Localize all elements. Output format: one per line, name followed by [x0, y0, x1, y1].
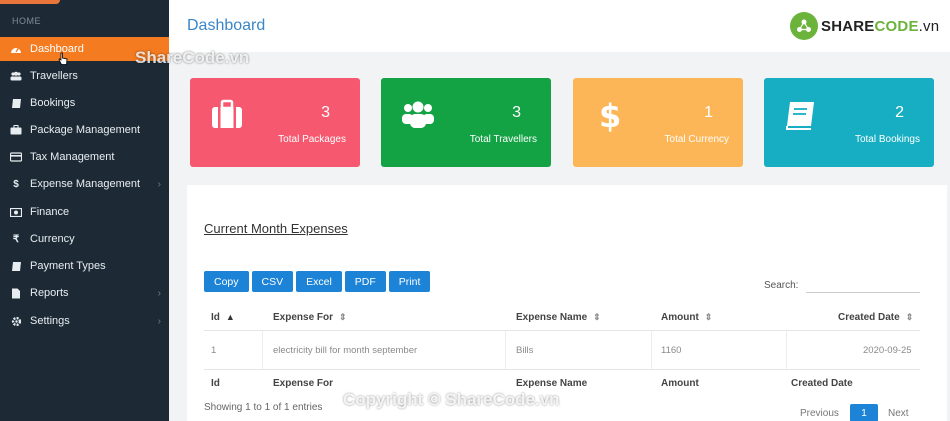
sidebar-item-label: Dashboard [30, 43, 84, 55]
column-divider [505, 331, 506, 369]
sidebar-section-label: HOME [12, 16, 41, 26]
copy-button[interactable]: Copy [204, 271, 249, 292]
cell-created-date: 2020-09-25 [863, 345, 912, 356]
card-label: Total Travellers [469, 134, 537, 145]
sidebar-item-expense-management[interactable]: $ Expense Management › [0, 172, 169, 196]
money-icon [10, 206, 22, 218]
hand-cursor-icon [58, 52, 68, 65]
total-bookings-card[interactable]: 2 Total Bookings [764, 78, 934, 167]
sidebar-item-label: Settings [30, 315, 70, 327]
card-value: 1 [704, 104, 713, 121]
card-label: Total Currency [664, 134, 729, 145]
sidebar-item-finance[interactable]: Finance [0, 200, 169, 224]
sidebar-item-tax-management[interactable]: Tax Management [0, 145, 169, 169]
dashboard-icon [10, 43, 22, 55]
column-header-amount[interactable]: Amount ⇕ [661, 312, 712, 323]
chevron-right-icon: › [157, 287, 161, 299]
sidebar-item-label: Tax Management [30, 151, 115, 163]
column-divider [262, 331, 263, 369]
sidebar-item-payment-types[interactable]: Payment Types [0, 254, 169, 278]
dollar-icon: $ [599, 98, 621, 132]
total-packages-card[interactable]: 3 Total Packages [190, 78, 360, 167]
pdf-button[interactable]: PDF [344, 271, 386, 292]
book-icon [786, 102, 814, 130]
footer-header-created-date: Created Date [791, 378, 853, 389]
export-toolbar: Copy CSV Excel PDF Print [204, 271, 431, 292]
brand-mark-icon [790, 12, 818, 40]
cell-id: 1 [211, 345, 217, 356]
dollar-icon: $ [13, 178, 19, 190]
page-title: Dashboard [187, 17, 266, 34]
sort-icon: ⇕ [593, 312, 601, 322]
book-icon [10, 260, 22, 272]
column-header-expense-name[interactable]: Expense Name ⇕ [516, 312, 601, 323]
column-header-created-date[interactable]: Created Date ⇕ [838, 312, 913, 323]
column-header-id[interactable]: Id ▲ [211, 312, 235, 323]
card-label: Total Bookings [854, 134, 920, 145]
csv-button[interactable]: CSV [251, 271, 294, 292]
watermark-bottom: Copyright © ShareCode.vn [343, 390, 560, 409]
suitcase-icon [212, 99, 242, 128]
sort-icon: ⇕ [704, 312, 713, 322]
footer-header-expense-for: Expense For [273, 378, 334, 389]
sort-icon: ⇕ [905, 312, 914, 322]
brand-logo: SHARECODE.vn [790, 12, 939, 40]
users-icon [10, 70, 22, 82]
cell-expense-name: Bills [516, 345, 534, 356]
sort-asc-icon: ▲ [225, 312, 235, 322]
cell-expense-for: electricity bill for month september [273, 345, 418, 356]
sidebar-item-label: Currency [30, 233, 75, 245]
brand-name: SHARECODE.vn [821, 17, 940, 35]
column-divider [651, 331, 652, 369]
sidebar-item-label: Bookings [30, 97, 76, 109]
total-currency-card[interactable]: $ 1 Total Currency [573, 78, 743, 167]
sidebar-item-label: Reports [30, 287, 69, 299]
next-page-button[interactable]: Next [888, 404, 909, 421]
chevron-right-icon: › [157, 178, 161, 190]
column-header-expense-for[interactable]: Expense For ⇕ [273, 312, 347, 323]
file-icon [10, 287, 22, 299]
card-value: 2 [895, 104, 904, 121]
card-label: Total Packages [278, 134, 346, 145]
chevron-right-icon: › [157, 315, 161, 327]
gear-icon [10, 315, 22, 327]
sidebar-item-label: Travellers [30, 70, 78, 82]
previous-page-button[interactable]: Previous [800, 404, 839, 421]
excel-button[interactable]: Excel [296, 271, 342, 292]
footer-header-amount: Amount [661, 378, 699, 389]
total-travellers-card[interactable]: 3 Total Travellers [381, 78, 551, 167]
sort-icon: ⇕ [339, 312, 347, 322]
print-button[interactable]: Print [388, 271, 431, 292]
credit-card-icon [10, 151, 22, 163]
sidebar-item-reports[interactable]: Reports › [0, 281, 169, 305]
footer-header-id: Id [211, 378, 220, 389]
sidebar-item-label: Package Management [30, 124, 141, 136]
search-input[interactable] [806, 275, 920, 293]
sidebar-item-label: Expense Management [30, 178, 141, 190]
sidebar-item-label: Payment Types [30, 260, 106, 272]
sidebar-item-package-management[interactable]: Package Management [0, 118, 169, 142]
sidebar-item-settings[interactable]: Settings › [0, 309, 169, 333]
rupee-icon: ₹ [12, 233, 20, 245]
section-title: Current Month Expenses [204, 221, 348, 236]
card-value: 3 [512, 104, 521, 121]
watermark-top: ShareCode.vn [135, 48, 250, 67]
sidebar-item-currency[interactable]: ₹ Currency [0, 227, 169, 251]
page-1-button[interactable]: 1 [850, 404, 878, 421]
cell-amount: 1160 [661, 345, 682, 356]
table-info: Showing 1 to 1 of 1 entries [204, 402, 323, 413]
sidebar-item-bookings[interactable]: Bookings [0, 91, 169, 115]
sidebar-item-label: Finance [30, 206, 70, 218]
book-icon [10, 97, 22, 109]
column-divider [786, 331, 787, 369]
search-label: Search: [764, 280, 799, 291]
svg-text:$: $ [599, 98, 621, 132]
logo-strip [0, 0, 60, 4]
briefcase-icon [10, 124, 22, 136]
card-value: 3 [321, 104, 330, 121]
users-icon [402, 101, 434, 128]
footer-header-expense-name: Expense Name [516, 378, 588, 389]
